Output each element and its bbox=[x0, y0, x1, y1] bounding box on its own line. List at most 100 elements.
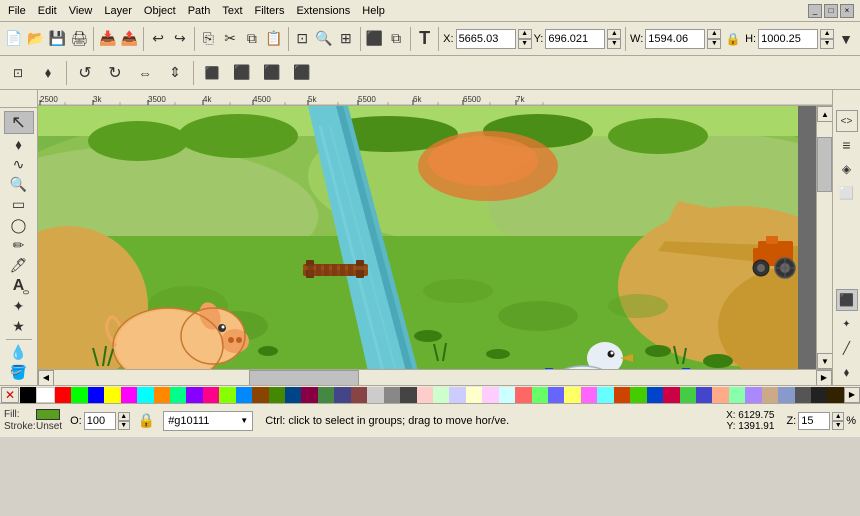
palette-scroll-right[interactable]: ▶ bbox=[844, 387, 860, 403]
text-tool-button[interactable]: T bbox=[415, 25, 435, 53]
menu-object[interactable]: Object bbox=[138, 3, 182, 19]
no-color-button[interactable]: ✕ bbox=[1, 387, 19, 403]
align-right-button[interactable]: ⬛ bbox=[258, 59, 286, 87]
open-button[interactable]: 📂 bbox=[26, 25, 46, 53]
swatch-lightyellow[interactable] bbox=[466, 387, 482, 403]
w-down[interactable]: ▼ bbox=[707, 39, 721, 49]
swatch-darkgray[interactable] bbox=[400, 387, 416, 403]
save-button[interactable]: 💾 bbox=[48, 25, 68, 53]
rotate-cw-button[interactable]: ↻ bbox=[101, 59, 129, 87]
swatch-navy[interactable] bbox=[285, 387, 301, 403]
menu-path[interactable]: Path bbox=[182, 3, 217, 19]
swatch-tan[interactable] bbox=[762, 387, 778, 403]
node-tool-button[interactable]: ⬛ bbox=[364, 25, 384, 53]
fill-tool[interactable]: 🪣 bbox=[4, 363, 34, 382]
align-center-h-button[interactable]: ⬛ bbox=[228, 59, 256, 87]
node-edit-tool[interactable]: ⬧ bbox=[4, 135, 34, 154]
scroll-thumb-h[interactable] bbox=[249, 370, 359, 386]
swatch-brick[interactable] bbox=[351, 387, 367, 403]
lock-icon[interactable]: 🔒 bbox=[138, 412, 155, 429]
swatch-lime[interactable] bbox=[71, 387, 87, 403]
menu-extensions[interactable]: Extensions bbox=[290, 3, 356, 19]
star-tool[interactable]: ★ bbox=[4, 317, 34, 336]
window-close[interactable]: × bbox=[840, 4, 854, 18]
swatch-red[interactable] bbox=[55, 387, 71, 403]
swatch-peach[interactable] bbox=[712, 387, 728, 403]
menu-view[interactable]: View bbox=[63, 3, 99, 19]
swatch-lightpink[interactable] bbox=[417, 387, 433, 403]
snap-btn1[interactable]: ⊡ bbox=[4, 59, 32, 87]
ellipse-tool[interactable]: ◯ bbox=[4, 216, 34, 235]
tweak-tool[interactable]: ∿ bbox=[4, 155, 34, 174]
menu-help[interactable]: Help bbox=[356, 3, 391, 19]
swatch-orange[interactable] bbox=[154, 387, 170, 403]
zoom-sel-button[interactable]: 🔍 bbox=[314, 25, 334, 53]
snap-node-button[interactable]: ⬧ bbox=[836, 361, 858, 383]
lock-proportions-button[interactable]: 🔒 bbox=[723, 25, 743, 53]
swatch-gray[interactable] bbox=[384, 387, 400, 403]
swatch-purple[interactable] bbox=[186, 387, 202, 403]
canvas[interactable]: ▲ ▼ bbox=[38, 106, 832, 369]
copy-button[interactable]: ⧉ bbox=[242, 25, 262, 53]
align-top-button[interactable]: ⬛ bbox=[288, 59, 316, 87]
swatch-maroon[interactable] bbox=[301, 387, 317, 403]
pencil-tool[interactable]: ✏ bbox=[4, 236, 34, 255]
swatch-black[interactable] bbox=[20, 387, 36, 403]
more-button[interactable]: ▼ bbox=[836, 25, 856, 53]
swatch-cyan[interactable] bbox=[137, 387, 153, 403]
flip-v-button[interactable]: ⇕ bbox=[161, 59, 189, 87]
zoom-tool[interactable]: 🔍 bbox=[4, 175, 34, 194]
dropper-tool[interactable]: 💧 bbox=[4, 343, 34, 362]
swatch-slate[interactable] bbox=[334, 387, 350, 403]
new-button[interactable]: 📄 bbox=[4, 25, 24, 53]
swatch-steel[interactable] bbox=[778, 387, 794, 403]
scroll-thumb-v[interactable] bbox=[817, 137, 832, 192]
x-down[interactable]: ▼ bbox=[518, 39, 532, 49]
swatch-medium-green[interactable] bbox=[680, 387, 696, 403]
scroll-down-arrow[interactable]: ▼ bbox=[817, 353, 832, 369]
layer-dropdown[interactable]: #g10111 ▼ bbox=[163, 411, 253, 431]
swatch-darkbrown[interactable] bbox=[827, 387, 843, 403]
paste-button[interactable]: 📋 bbox=[264, 25, 284, 53]
swatch-grass[interactable] bbox=[630, 387, 646, 403]
swatch-lavender[interactable] bbox=[482, 387, 498, 403]
swatch-lightblue[interactable] bbox=[449, 387, 465, 403]
zoom-down[interactable]: ▼ bbox=[832, 421, 844, 430]
swatch-skyblue[interactable] bbox=[597, 387, 613, 403]
y-down[interactable]: ▼ bbox=[607, 39, 621, 49]
h-input[interactable] bbox=[758, 29, 818, 49]
import-button[interactable]: 📥 bbox=[98, 25, 118, 53]
swatch-magenta[interactable] bbox=[121, 387, 137, 403]
copy-style-button[interactable]: ⎘ bbox=[198, 25, 218, 53]
zoom-fit-button[interactable]: ⊡ bbox=[292, 25, 312, 53]
swatch-silver[interactable] bbox=[367, 387, 383, 403]
swatch-wisteria[interactable] bbox=[745, 387, 761, 403]
export-button[interactable]: 📤 bbox=[120, 25, 140, 53]
swatch-nearblack[interactable] bbox=[811, 387, 827, 403]
h-up[interactable]: ▲ bbox=[820, 29, 834, 39]
select-same-button[interactable]: ⧉ bbox=[386, 25, 406, 53]
swatch-springgreen[interactable] bbox=[170, 387, 186, 403]
menu-file[interactable]: File bbox=[2, 3, 32, 19]
opacity-up[interactable]: ▲ bbox=[118, 412, 130, 421]
swatch-darkgray2[interactable] bbox=[795, 387, 811, 403]
fill-color-box[interactable] bbox=[36, 409, 60, 420]
zoom-draw-button[interactable]: ⊞ bbox=[336, 25, 356, 53]
swatch-crimson[interactable] bbox=[663, 387, 679, 403]
swatch-medium-blue[interactable] bbox=[696, 387, 712, 403]
menu-filters[interactable]: Filters bbox=[249, 3, 291, 19]
swatch-white[interactable] bbox=[36, 387, 54, 403]
rectangle-tool[interactable]: ▭ bbox=[4, 195, 34, 214]
symbols-button[interactable]: ◈ bbox=[836, 158, 858, 180]
scroll-up-arrow[interactable]: ▲ bbox=[817, 106, 832, 122]
window-maximize[interactable]: □ bbox=[824, 4, 838, 18]
swatch-periwinkle[interactable] bbox=[548, 387, 564, 403]
swatch-darkorange[interactable] bbox=[614, 387, 630, 403]
swatch-brown[interactable] bbox=[252, 387, 268, 403]
swatch-cobalt[interactable] bbox=[647, 387, 663, 403]
align-left-button[interactable]: ⬛ bbox=[198, 59, 226, 87]
y-input[interactable] bbox=[545, 29, 605, 49]
cut-button[interactable]: ✂ bbox=[220, 25, 240, 53]
swatch-lightlime[interactable] bbox=[532, 387, 548, 403]
scroll-track-v[interactable] bbox=[817, 122, 832, 353]
